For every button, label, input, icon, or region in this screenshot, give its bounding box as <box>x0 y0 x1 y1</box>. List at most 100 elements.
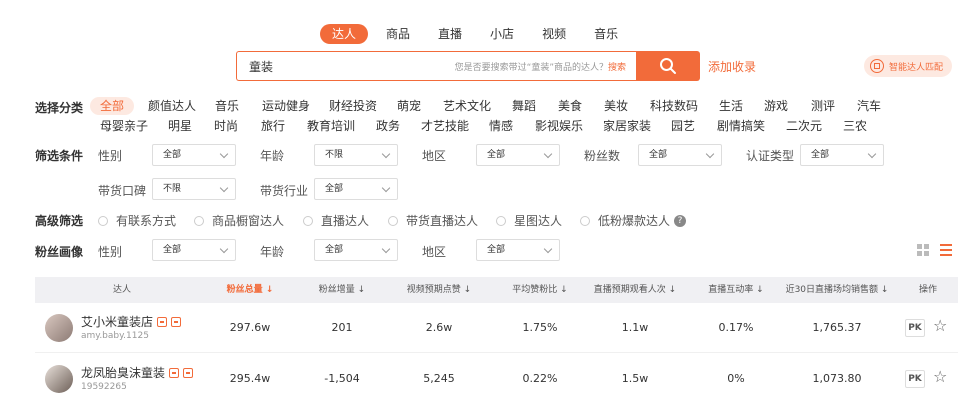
filter-cert-select[interactable]: 全部 <box>800 144 884 166</box>
pk-button[interactable]: PK <box>905 319 925 337</box>
col-video-likes[interactable]: 视频预期点赞 ↓ <box>407 277 471 303</box>
table-row[interactable]: 艾小米童装店 amy.baby.1125 297.6w 201 2.6w 1.7… <box>35 303 958 353</box>
advanced-option[interactable]: 有联系方式 <box>98 212 176 229</box>
category-chip[interactable]: 三农 <box>843 117 867 135</box>
radio-circle <box>98 215 108 226</box>
radio-circle <box>303 215 313 226</box>
col-creator: 达人 <box>112 285 132 295</box>
fans-region-label: 地区 <box>422 245 447 259</box>
category-chip[interactable]: 科技数码 <box>650 97 698 115</box>
col-live-sales[interactable]: 近30日直播场均销售额 ↓ <box>786 277 889 303</box>
category-chip[interactable]: 旅行 <box>261 117 285 135</box>
filter-fans-label: 粉丝数 <box>584 149 621 163</box>
avatar[interactable] <box>45 365 73 393</box>
filter-age-select[interactable]: 不限 <box>314 144 398 166</box>
top-tabs: 达人 商品 直播 小店 视频 音乐 <box>320 24 636 44</box>
live-badge-icon <box>183 367 194 378</box>
filter-reputation-label: 带货口碑 <box>98 184 147 198</box>
select-value: 不限 <box>325 150 344 160</box>
creator-name-text: 龙凤胎臭沫童装 <box>81 366 166 380</box>
creator-account: amy.baby.1125 <box>81 331 149 341</box>
category-chip[interactable]: 母婴亲子 <box>100 117 148 135</box>
advanced-option[interactable]: 商品橱窗达人 <box>194 212 284 229</box>
star-icon[interactable]: ☆ <box>933 368 951 386</box>
search-hint: 您是否要搜索带过“童装”商品的达人？搜索 <box>455 60 626 73</box>
filter-industry-select[interactable]: 全部 <box>314 178 398 200</box>
cell-video-likes: 2.6w <box>425 321 453 334</box>
fans-gender-select[interactable]: 全部 <box>152 239 236 261</box>
category-chip[interactable]: 才艺技能 <box>421 117 469 135</box>
category-chip[interactable]: 时尚 <box>214 117 238 135</box>
category-chip[interactable]: 游戏 <box>764 97 788 115</box>
category-chip[interactable]: 教育培训 <box>307 117 355 135</box>
chevron-down-icon <box>381 244 391 254</box>
category-chip[interactable]: 运动健身 <box>262 97 310 115</box>
search-hint-link[interactable]: 搜索 <box>608 63 626 73</box>
category-chip[interactable]: 萌宠 <box>397 97 421 115</box>
list-view-icon[interactable] <box>940 244 952 256</box>
col-total-fans[interactable]: 粉丝总量 ↓ <box>227 277 274 303</box>
col-like-ratio[interactable]: 平均赞粉比 ↓ <box>512 277 567 303</box>
table-row[interactable]: 龙凤胎臭沫童装 19592265 295.4w -1,504 5,245 0.2… <box>35 354 958 400</box>
category-chip[interactable]: 影视娱乐 <box>535 117 583 135</box>
col-live-views[interactable]: 直播预期观看人次 ↓ <box>594 277 676 303</box>
advanced-option[interactable]: 星图达人 <box>496 212 562 229</box>
smart-match-label: 智能达人匹配 <box>889 62 944 73</box>
col-live-interaction[interactable]: 直播互动率 ↓ <box>708 277 763 303</box>
category-chip[interactable]: 园艺 <box>671 117 695 135</box>
advanced-option[interactable]: 低粉爆款达人? <box>580 212 687 229</box>
fans-age-select[interactable]: 全部 <box>314 239 398 261</box>
tab-creators[interactable]: 达人 <box>320 24 369 44</box>
creator-name[interactable]: 龙凤胎臭沫童装 <box>81 364 194 381</box>
category-chip[interactable]: 测评 <box>811 97 835 115</box>
category-chip[interactable]: 政务 <box>376 117 400 135</box>
smart-match-button[interactable]: 智能达人匹配 <box>864 55 952 77</box>
filter-fans-select[interactable]: 全部 <box>638 144 722 166</box>
search-input[interactable]: 童装 您是否要搜索带过“童装”商品的达人？搜索 <box>236 51 636 81</box>
category-chip[interactable]: 舞蹈 <box>512 97 536 115</box>
shop-badge-icon <box>157 316 168 327</box>
advanced-option[interactable]: 带货直播达人 <box>388 212 478 229</box>
star-icon[interactable]: ☆ <box>933 317 951 335</box>
grid-view-icon[interactable] <box>917 244 929 256</box>
shop-badge-icon <box>169 367 180 378</box>
category-chip[interactable]: 家居家装 <box>603 117 651 135</box>
category-chip[interactable]: 美食 <box>558 97 582 115</box>
help-icon[interactable]: ? <box>674 214 687 227</box>
tab-video[interactable]: 视频 <box>532 24 576 44</box>
tab-live[interactable]: 直播 <box>428 24 472 44</box>
category-chip[interactable]: 音乐 <box>215 97 239 115</box>
avatar[interactable] <box>45 314 73 342</box>
category-chip[interactable]: 颜值达人 <box>148 97 196 115</box>
category-chip[interactable]: 财经投资 <box>329 97 377 115</box>
pk-button[interactable]: PK <box>905 370 925 388</box>
category-chip[interactable]: 剧情搞笑 <box>717 117 765 135</box>
search-button[interactable] <box>636 51 700 81</box>
category-chip[interactable]: 美妆 <box>604 97 628 115</box>
cell-live-interaction: 0% <box>727 372 745 385</box>
col-fans-growth[interactable]: 粉丝增量 ↓ <box>319 277 365 303</box>
fans-region-select[interactable]: 全部 <box>476 239 560 261</box>
tab-products[interactable]: 商品 <box>376 24 420 44</box>
radio-circle <box>496 215 506 226</box>
creator-name[interactable]: 艾小米童装店 <box>81 313 182 330</box>
add-favorite-link[interactable]: 添加收录 <box>708 58 756 75</box>
tab-shop[interactable]: 小店 <box>480 24 524 44</box>
category-all[interactable]: 全部 <box>90 97 135 115</box>
category-chip[interactable]: 艺术文化 <box>443 97 491 115</box>
option-label: 有联系方式 <box>116 214 177 228</box>
category-chip[interactable]: 二次元 <box>786 117 822 135</box>
tab-music[interactable]: 音乐 <box>584 24 628 44</box>
advanced-option[interactable]: 直播达人 <box>303 212 369 229</box>
select-value: 全部 <box>811 150 830 160</box>
category-chip[interactable]: 生活 <box>719 97 743 115</box>
cell-total-fans: 297.6w <box>229 321 271 334</box>
filter-gender-select[interactable]: 全部 <box>152 144 236 166</box>
radio-circle <box>194 215 204 226</box>
category-chip[interactable]: 情感 <box>489 117 513 135</box>
category-chip[interactable]: 汽车 <box>857 97 881 115</box>
filter-region-select[interactable]: 全部 <box>476 144 560 166</box>
cell-like-ratio: 0.22% <box>522 372 558 385</box>
category-chip[interactable]: 明星 <box>168 117 192 135</box>
filter-reputation-select[interactable]: 不限 <box>152 178 236 200</box>
